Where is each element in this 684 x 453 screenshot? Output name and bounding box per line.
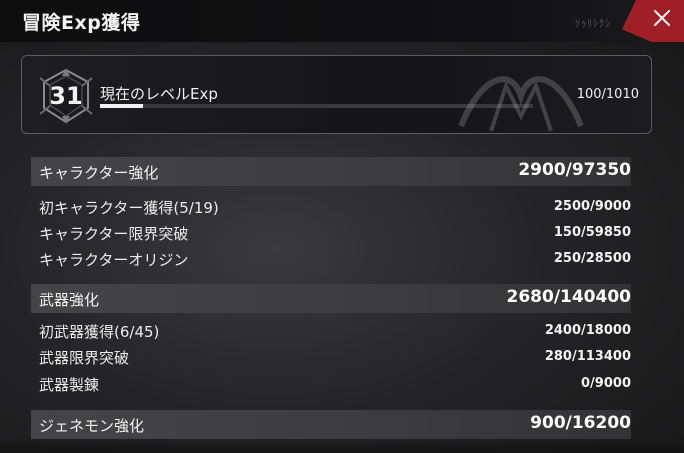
item-label: キャラクター限界突破: [39, 225, 189, 243]
item-label: 初武器獲得(6/45): [39, 323, 160, 341]
item-value: 280/113400: [544, 349, 631, 364]
item-value: 2500/9000: [553, 199, 631, 214]
level-card: 31 現在のレベルExp 100/1010: [21, 55, 652, 134]
section-header-character: キャラクター強化 2900/97350: [31, 157, 631, 186]
level-number: 31: [49, 82, 83, 110]
item-value: 150/59850: [553, 225, 631, 240]
item-label: キャラクターオリジン: [39, 251, 189, 269]
title-decoration: ｿｩﾘｼｸｼ: [575, 19, 611, 30]
section-header-genemon: ジェネモン強化 900/16200: [31, 410, 631, 439]
item-value: 2400/18000: [544, 323, 631, 338]
section-title: ジェネモン強化: [39, 417, 145, 435]
section-value: 2900/97350: [518, 160, 631, 180]
item-value: 0/9000: [581, 376, 631, 391]
section-header-weapon: 武器強化 2680/140400: [31, 284, 631, 313]
level-progress-fill: [100, 104, 143, 108]
list-item: 初キャラクター獲得(5/19) 2500/9000: [31, 195, 631, 219]
scroll-fade: [0, 438, 684, 453]
list-item: キャラクターオリジン 250/28500: [31, 247, 631, 271]
section-title: 武器強化: [39, 291, 100, 309]
list-item: 初武器獲得(6/45) 2400/18000: [31, 319, 631, 343]
close-icon[interactable]: [650, 6, 674, 30]
list-item: キャラクター限界突破 150/59850: [31, 221, 631, 245]
decorative-emblem-icon: [458, 76, 584, 132]
section-value: 2680/140400: [506, 287, 632, 307]
item-value: 250/28500: [553, 251, 631, 266]
list-item: 武器製錬 0/9000: [31, 372, 631, 396]
close-button[interactable]: [622, 0, 684, 42]
section-value: 900/16200: [530, 413, 631, 433]
list-item: 武器限界突破 280/113400: [31, 345, 631, 369]
item-label: 武器製錬: [39, 376, 100, 394]
item-label: 武器限界突破: [39, 349, 130, 367]
window-title: 冒険Exp獲得: [22, 12, 141, 34]
title-bar: 冒険Exp獲得 ｿｩﾘｼｸｼ: [0, 0, 684, 42]
level-exp-label: 現在のレベルExp: [100, 85, 218, 103]
item-label: 初キャラクター獲得(5/19): [39, 199, 219, 217]
section-title: キャラクター強化: [39, 164, 159, 182]
